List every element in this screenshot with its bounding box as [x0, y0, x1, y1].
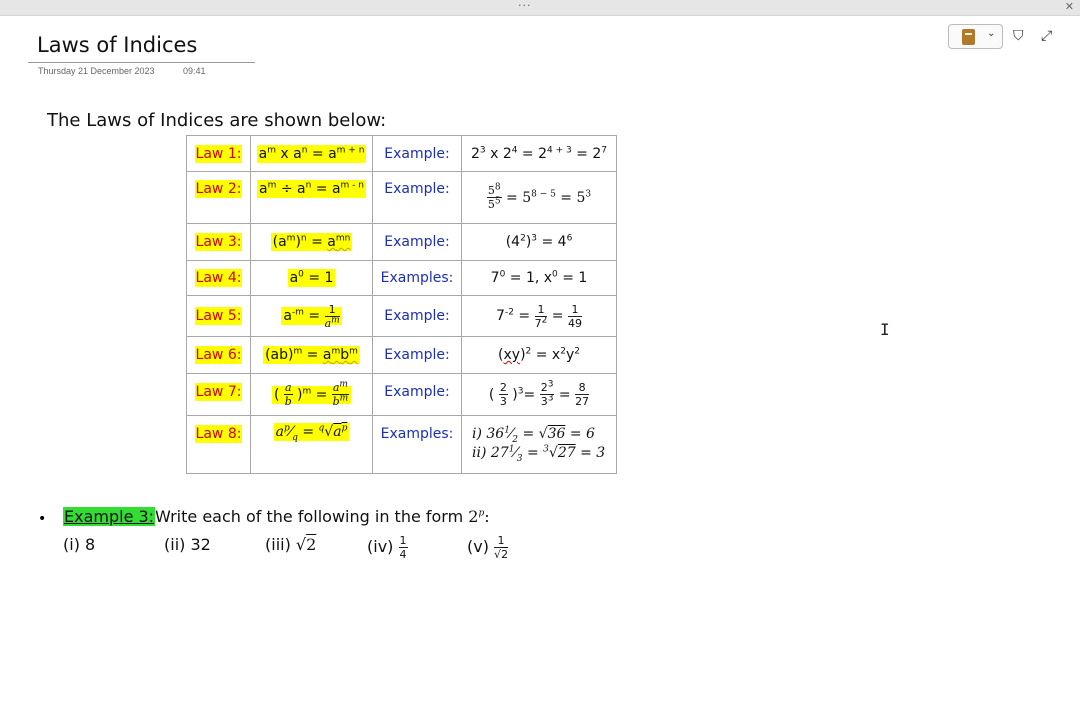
law-label: Law 7: — [194, 383, 243, 401]
table-row: Law 7: ( ab )m = am bm Example: ( 23 )3= … — [186, 373, 617, 416]
table-row: Law 5: a-m = 1 am Example: 7-2 = 1 72 = 14… — [186, 295, 617, 337]
text-cursor-icon: I — [880, 320, 890, 339]
table-row: Law 3: (am)n = amn Example: (42)3 = 46 — [186, 223, 617, 261]
table-row: Law 1: am x an = am + n Example: 23 x 24… — [186, 135, 617, 172]
chevron-down-icon: ⌄ — [987, 28, 996, 39]
law-label: Law 5: — [194, 307, 243, 325]
page-title[interactable]: Laws of Indices — [37, 33, 197, 57]
example-result: i) 361⁄2 = √36 = 6 — [472, 425, 595, 445]
example-result: (xy)2 = x2y2 — [498, 346, 580, 363]
example-3-part[interactable]: (iii) √2 — [265, 535, 316, 554]
law-rule: ap⁄q = q√ap — [273, 423, 350, 443]
intro-text[interactable]: The Laws of Indices are shown below: — [47, 110, 386, 131]
page-date: Thursday 21 December 2023 — [38, 66, 155, 76]
example-label: Example: — [384, 384, 450, 400]
example-label: Example: — [384, 234, 450, 250]
title-divider — [28, 62, 255, 63]
example-3-part[interactable]: (v) 1 √2 — [467, 535, 509, 560]
bullet: • — [38, 511, 47, 527]
example-result: (42)3 = 46 — [505, 233, 573, 250]
example-3-instruction-line[interactable]: Write each of the following in the form … — [155, 507, 490, 526]
table-row: Law 4: a0 = 1 Examples: 70 = 1, x0 = 1 — [186, 260, 617, 296]
example-label: Examples: — [380, 426, 454, 442]
example-3-part[interactable]: (ii) 32 — [164, 535, 211, 554]
window-menu-dots[interactable]: ··· — [518, 0, 532, 12]
example-result: ii) 271⁄3 = 3√27 = 3 — [472, 443, 606, 464]
notebook-icon — [962, 29, 975, 45]
law-label: Law 6: — [194, 346, 243, 364]
example-3-label[interactable]: Example 3: — [63, 507, 156, 526]
page-time: 09:41 — [183, 66, 206, 76]
example-result: 58 55 = 58 − 5 = 53 — [486, 182, 592, 211]
law-label: Law 4: — [194, 269, 243, 287]
law-label: Law 2: — [194, 180, 243, 198]
example-label: Examples: — [380, 270, 454, 286]
law-rule: am ÷ an = am - n — [257, 180, 366, 198]
example-label: Example: — [384, 145, 450, 162]
example-result: 23 x 24 = 24 + 3 = 27 — [470, 144, 608, 162]
example-3-instruction: Write each of the following in the form — [155, 507, 464, 526]
law-label: Law 3: — [194, 233, 243, 251]
format-painter-icon[interactable]: ⛉ — [1013, 28, 1024, 44]
window-top-bar: ··· ✕ — [0, 0, 1080, 16]
law-rule: ( ab )m = am bm — [272, 380, 351, 407]
law-rule: a0 = 1 — [287, 269, 336, 287]
expand-icon[interactable]: ⤢ — [1041, 28, 1052, 44]
example-label: Example: — [384, 308, 450, 324]
law-rule: a-m = 1 am — [281, 302, 342, 330]
example-result: 70 = 1, x0 = 1 — [490, 269, 588, 286]
example-result: 7-2 = 1 72 = 1 49 — [496, 302, 582, 330]
law-label: Law 1: — [194, 144, 243, 163]
example-label: Example: — [384, 347, 450, 363]
example-3-part[interactable]: (i) 8 — [63, 535, 95, 554]
law-rule: (am)n = amn — [270, 233, 353, 251]
notebook-switcher-button[interactable]: ⌄ — [948, 24, 1003, 49]
close-icon[interactable]: ✕ — [1065, 0, 1074, 14]
example-result: ( 23 )3= 23 33 = 8 27 — [488, 379, 590, 408]
laws-table[interactable]: Law 1: am x an = am + n Example: 23 x 24… — [186, 135, 617, 474]
table-row: Law 6: (ab)m = ambm Example: (xy)2 = x2y… — [186, 336, 617, 374]
table-row: Law 2: am ÷ an = am - n Example: 58 55 = … — [186, 171, 617, 224]
example-3-part[interactable]: (iv) 14 — [367, 535, 408, 560]
law-rule: (ab)m = ambm — [263, 346, 360, 364]
law-label: Law 8: — [194, 425, 243, 443]
example-label: Example: — [384, 181, 450, 197]
table-row: Law 8: ap⁄q = q√ap Examples: i) 361⁄2 = … — [186, 415, 617, 474]
law-rule: am x an = am + n — [256, 144, 367, 163]
